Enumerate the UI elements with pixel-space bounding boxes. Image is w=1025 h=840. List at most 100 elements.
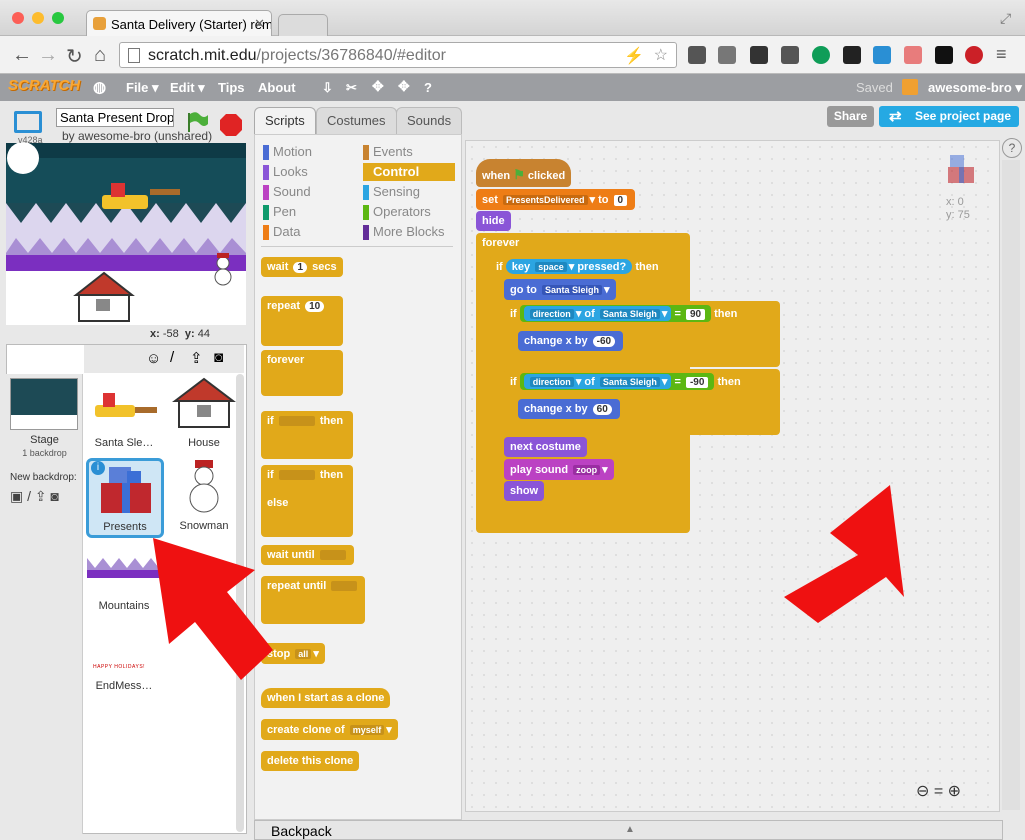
zoom-out-icon[interactable]: ⊖ [916,783,929,800]
scratch-logo[interactable]: SCRATCH [8,77,80,94]
category-data[interactable]: Data [263,224,353,242]
help-icon[interactable]: ? [424,80,432,95]
block-change-x-neg60[interactable]: change x by -60 [518,331,624,351]
zoom-in-icon[interactable]: ⊕ [948,783,961,800]
backpack-expand-icon[interactable]: ▲ [625,824,635,835]
home-icon[interactable]: ⌂ [94,44,106,67]
sprite-library-icon[interactable]: ☺ [146,350,161,367]
extension-wrench-icon[interactable] [688,46,706,64]
bookmark-star-icon[interactable]: ☆ [654,45,668,65]
grow-icon[interactable]: ✥ [372,78,384,95]
block-delete-clone[interactable]: delete this clone [261,751,360,771]
category-operators[interactable]: Operators [363,204,453,222]
cut-icon[interactable]: ✂ [346,80,357,96]
operator-equals-2[interactable]: direction ▾ of Santa Sleigh ▾ = -90 [519,373,715,390]
close-window-icon[interactable] [12,12,24,24]
fullscreen-icon[interactable]: ⤢ [1000,10,1011,27]
lightning-icon[interactable]: ⚡ [624,46,644,66]
block-if-then[interactable]: if then [261,411,353,459]
tab-sounds[interactable]: Sounds [396,107,463,134]
new-tab-button[interactable] [278,14,328,36]
extension-tool-icon[interactable] [781,46,799,64]
upload-sprite-icon[interactable]: ⇪ [190,349,203,367]
camera-icon[interactable]: ◙ [214,349,223,366]
sprite-house[interactable]: House [165,375,243,455]
block-wait-secs[interactable]: wait 1 secs [261,257,343,277]
sprite-snowman[interactable]: Snowman [165,458,243,538]
backdrop-camera-icon[interactable]: ◙ [51,488,59,504]
scripts-scrollbar[interactable] [1002,160,1020,810]
layers-icon[interactable] [843,46,861,64]
pinterest-icon[interactable] [965,46,983,64]
block-play-sound[interactable]: play sound zoop ▾ [504,459,614,480]
block-when-flag-clicked[interactable]: when ⚑ clicked [476,159,572,187]
tab-scripts[interactable]: Scripts [254,107,316,135]
close-tab-icon[interactable]: ✕ [254,16,265,32]
block-set-variable[interactable]: set PresentsDelivered ▾ to 0 [476,189,636,210]
block-show[interactable]: show [504,481,545,501]
stage-canvas[interactable] [6,143,246,325]
my-stuff-icon[interactable] [902,79,918,95]
forward-icon[interactable]: → [38,44,58,67]
block-when-start-clone[interactable]: when I start as a clone [261,688,391,708]
category-events[interactable]: Events [363,144,453,162]
category-control-selected[interactable]: Control [363,163,455,181]
zoom-reset-icon[interactable]: = [934,783,943,800]
menu-about[interactable]: About [258,80,296,95]
block-repeat-until[interactable]: repeat until [261,576,365,624]
green-flag-icon[interactable] [186,111,210,133]
block-create-clone[interactable]: create clone of myself ▾ [261,719,398,740]
backdrop-library-icon[interactable]: ▣ [10,488,23,504]
share-button[interactable]: Share [827,106,874,127]
sensing-key-pressed[interactable]: key space ▾ pressed? [505,259,633,274]
project-title-input[interactable]: Santa Present Drop [56,108,174,127]
category-pen[interactable]: Pen [263,204,353,222]
block-next-costume[interactable]: next costume [504,437,587,457]
see-project-page-button[interactable]: ⇄ See project page [879,106,1019,127]
reload-icon[interactable]: ↻ [66,44,83,69]
block-forever[interactable]: forever [261,350,343,396]
duplicate-icon[interactable]: ⇩ [322,80,333,96]
sprite-info-icon[interactable]: i [91,461,105,475]
url-field[interactable]: scratch.mit.edu/projects/36786840/#edito… [119,42,677,68]
paint-backdrop-icon[interactable]: / [27,488,31,504]
menu-tips[interactable]: Tips [218,80,245,95]
category-sensing[interactable]: Sensing [363,184,453,202]
category-more-blocks[interactable]: More Blocks [363,224,453,242]
tab-costumes[interactable]: Costumes [316,107,397,134]
category-looks[interactable]: Looks [263,164,353,182]
user-menu[interactable]: awesome-bro ▾ [928,80,1022,96]
screenshot-icon[interactable] [873,46,891,64]
block-if-else[interactable]: if then else [261,465,353,537]
help-circle-icon[interactable]: ? [1002,138,1022,158]
operator-equals-1[interactable]: direction ▾ of Santa Sleigh ▾ = 90 [519,305,712,322]
block-hide[interactable]: hide [476,211,511,231]
back-icon[interactable]: ← [12,44,32,67]
sensing-direction-of-2[interactable]: direction ▾ of Santa Sleigh ▾ [523,374,672,389]
menu-edit[interactable]: Edit ▾ [170,80,205,96]
zoom-window-icon[interactable] [52,12,64,24]
paint-brush-icon[interactable]: / [170,349,174,366]
block-repeat[interactable]: repeat 10 [261,296,343,346]
stop-sign-icon[interactable] [219,113,243,137]
shrink-icon[interactable]: ✥ [398,78,410,95]
menu-file[interactable]: File ▾ [126,80,159,96]
category-sound[interactable]: Sound [263,184,353,202]
figure-icon[interactable] [935,46,953,64]
browser-tab[interactable]: Santa Delivery (Starter) rem ✕ [86,10,272,37]
minimize-window-icon[interactable] [32,12,44,24]
sprite-presents-selected[interactable]: i Presents [86,458,164,538]
sprite-santa-sleigh[interactable]: Santa Sle… [85,375,163,455]
cross-icon[interactable] [904,46,922,64]
backpack-bar[interactable]: Backpack ▲ [254,820,1003,840]
pocket-icon[interactable] [718,46,736,64]
menu-icon[interactable]: ≡ [996,44,1007,65]
hangouts-icon[interactable] [812,46,830,64]
upload-backdrop-icon[interactable]: ⇪ [35,488,47,504]
ninja-icon[interactable] [750,46,768,64]
globe-icon[interactable]: ◍ [93,78,106,96]
category-motion[interactable]: Motion [263,144,353,162]
stage-thumbnail[interactable] [10,378,78,430]
fullscreen-stage-icon[interactable] [14,111,42,133]
block-go-to[interactable]: go to Santa Sleigh ▾ [504,279,616,300]
